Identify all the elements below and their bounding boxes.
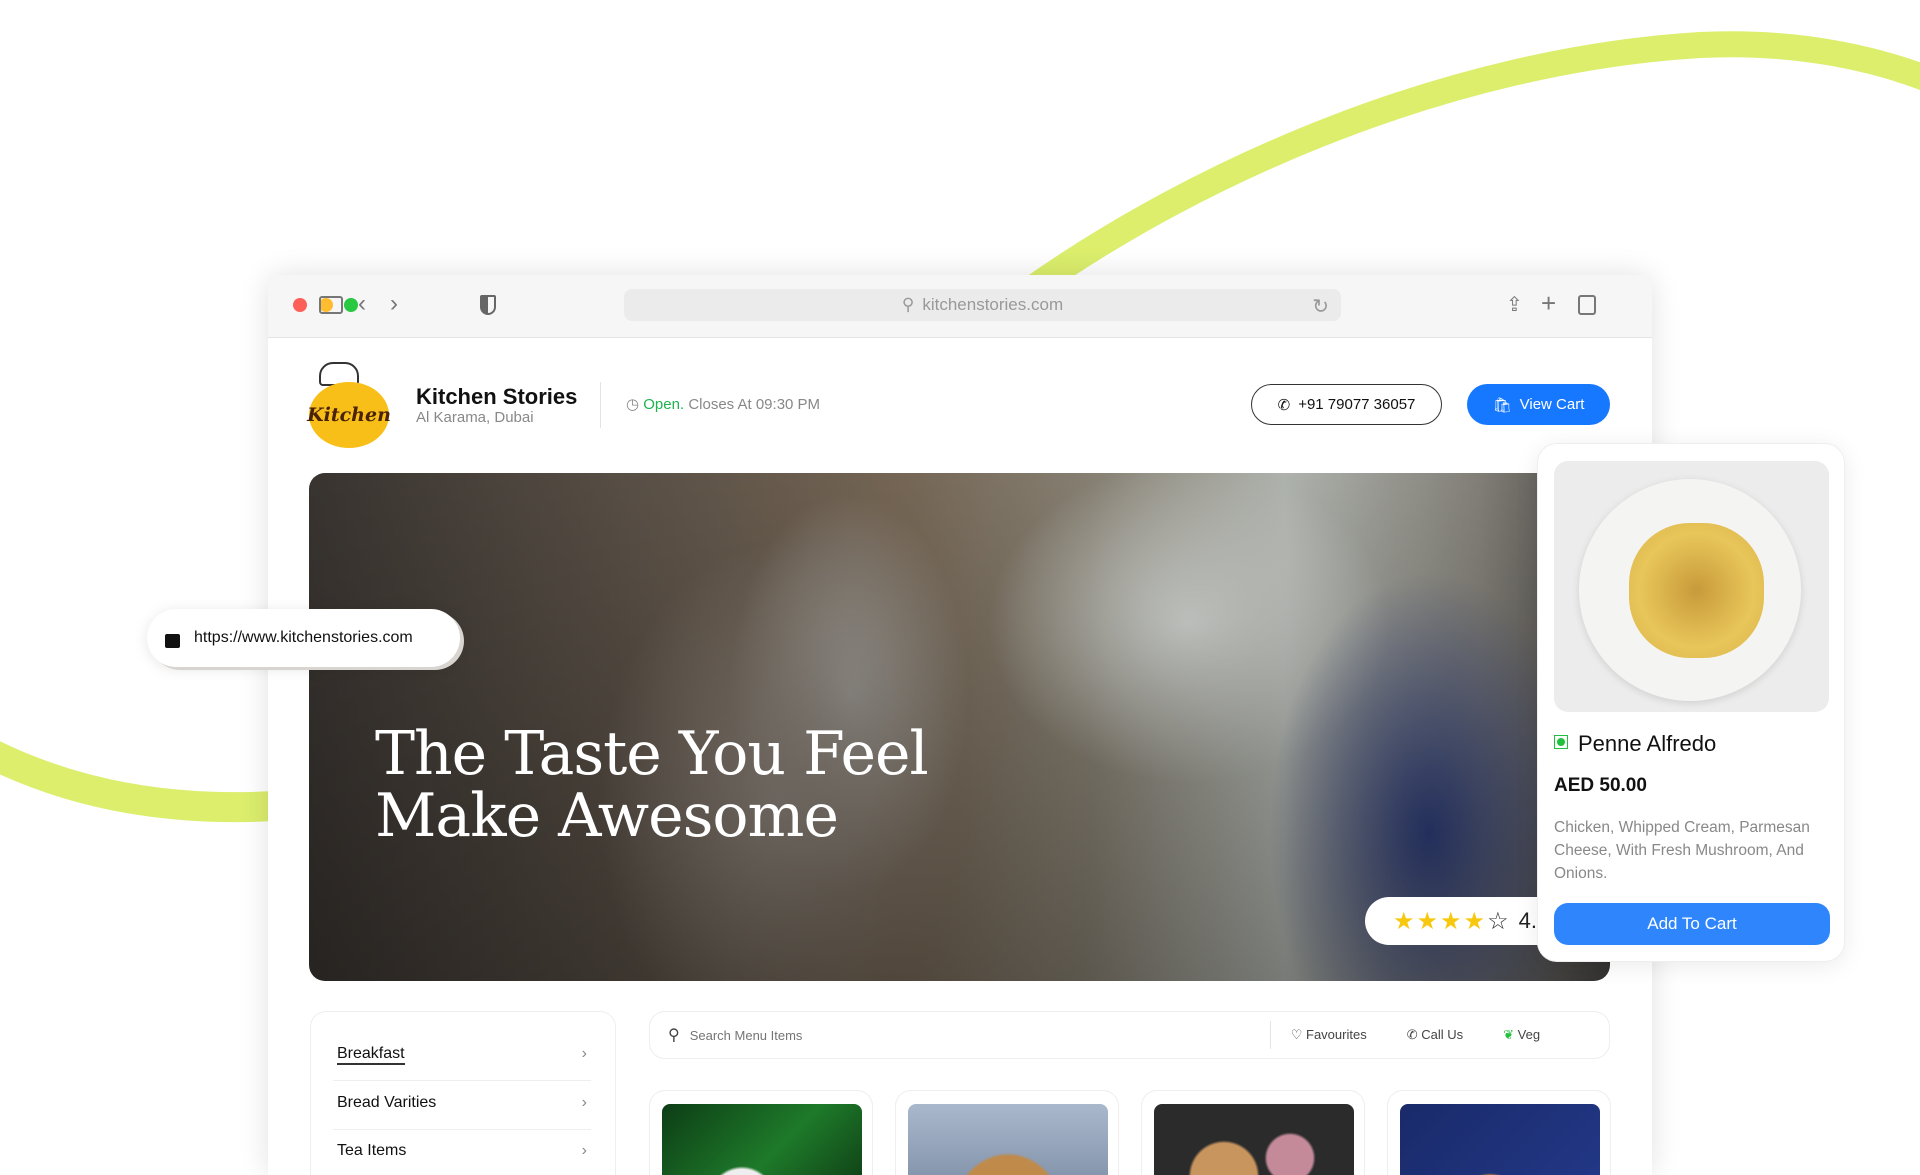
category-bread-varities[interactable]: Bread Varities ›	[337, 1094, 587, 1112]
new-tab-icon[interactable]: +	[1541, 290, 1556, 316]
sidebar-toggle-icon[interactable]	[319, 296, 343, 314]
product-price: AED 50.00	[1554, 775, 1647, 796]
restaurant-location: Al Karama, Dubai	[416, 409, 534, 426]
category-tea-items[interactable]: Tea Items ›	[337, 1142, 587, 1160]
menu-item-card[interactable]	[1387, 1090, 1611, 1175]
menu-item-card[interactable]	[1141, 1090, 1365, 1175]
food-image	[662, 1104, 862, 1175]
open-label: Open.	[643, 396, 685, 413]
menu-item-card[interactable]	[895, 1090, 1119, 1175]
divider	[333, 1080, 591, 1081]
phone-button[interactable]: ✆ +91 79077 36057	[1251, 384, 1442, 425]
browser-window: ‹ › ⚲ kitchenstories.com ↻ ⇪ + Kitchen K…	[268, 275, 1652, 1175]
phone-icon: ✆	[1277, 396, 1291, 414]
view-cart-label: View Cart	[1519, 396, 1585, 413]
logo-text: Kitchen	[307, 382, 391, 448]
food-image	[1154, 1104, 1354, 1175]
menu-search-bar: ⚲ ♡ Favourites ✆ Call Us ❦ Veg	[649, 1011, 1610, 1059]
chevron-right-icon: ›	[581, 1142, 587, 1159]
star-filled-icon: ★	[1440, 907, 1462, 935]
address-bar[interactable]: ⚲ kitchenstories.com ↻	[624, 289, 1341, 321]
back-icon[interactable]: ‹	[358, 292, 366, 316]
pasta	[1629, 523, 1764, 658]
category-label: Bread Varities	[337, 1094, 437, 1111]
product-card: Penne Alfredo AED 50.00 Chicken, Whipped…	[1537, 443, 1845, 962]
product-image	[1554, 461, 1829, 712]
food-image	[908, 1104, 1108, 1175]
add-to-cart-button[interactable]: Add To Cart	[1554, 903, 1830, 945]
veg-indicator-icon	[1554, 735, 1568, 749]
close-window-button[interactable]	[293, 298, 307, 312]
rating-value: 4.	[1518, 908, 1537, 933]
product-name: Penne Alfredo	[1578, 731, 1717, 756]
forward-icon[interactable]: ›	[390, 292, 398, 316]
closing-time: Closes At 09:30 PM	[688, 396, 821, 413]
category-sidebar: Breakfast › Bread Varities › Tea Items ›	[310, 1011, 616, 1175]
restaurant-logo[interactable]: Kitchen	[307, 362, 391, 448]
divider	[333, 1129, 591, 1130]
menu-item-card[interactable]	[649, 1090, 873, 1175]
headline-line-1: The Taste You Feel	[375, 719, 929, 789]
favourites-label: Favourites	[1306, 1027, 1367, 1042]
share-icon[interactable]: ⇪	[1506, 295, 1523, 315]
category-label: Breakfast	[337, 1045, 405, 1065]
star-filled-icon: ★	[1393, 907, 1415, 935]
star-filled-icon: ★	[1416, 907, 1439, 935]
star-filled-icon: ★	[1463, 907, 1486, 935]
category-label: Tea Items	[337, 1142, 407, 1159]
favourites-button[interactable]: ♡ Favourites	[1291, 1027, 1367, 1043]
chevron-right-icon: ›	[581, 1094, 587, 1111]
address-text: kitchenstories.com	[922, 295, 1064, 314]
tabs-overview-icon[interactable]	[1578, 295, 1596, 315]
url-text: https://www.kitchenstories.com	[194, 629, 413, 646]
search-input[interactable]	[689, 1027, 1270, 1043]
search-icon: ⚲	[668, 1027, 680, 1044]
headline-line-2: Make Awesome	[375, 781, 839, 851]
star-empty-icon: ☆	[1487, 907, 1509, 935]
lock-icon	[165, 634, 180, 648]
divider	[1269, 1021, 1271, 1049]
veg-filter-button[interactable]: ❦ Veg	[1503, 1027, 1540, 1043]
view-cart-button[interactable]: 🛍 View Cart	[1467, 384, 1610, 425]
call-us-label: Call Us	[1421, 1027, 1464, 1042]
maximize-window-button[interactable]	[344, 298, 358, 312]
phone-icon: ✆	[1406, 1027, 1418, 1042]
hero-headline: The Taste You Feel Make Awesome	[375, 719, 929, 851]
chevron-right-icon: ›	[581, 1045, 587, 1062]
reload-icon[interactable]: ↻	[1312, 294, 1329, 319]
opening-status: ◷ Open. Closes At 09:30 PM	[626, 395, 820, 413]
call-us-button[interactable]: ✆ Call Us	[1407, 1027, 1463, 1043]
search-icon: ⚲	[901, 295, 915, 314]
leaf-icon: ❦	[1503, 1027, 1515, 1042]
product-description: Chicken, Whipped Cream, Parmesan Cheese,…	[1554, 819, 1810, 882]
veg-label: Veg	[1517, 1027, 1541, 1042]
browser-toolbar: ‹ › ⚲ kitchenstories.com ↻ ⇪ +	[268, 275, 1652, 338]
food-image	[1400, 1104, 1600, 1175]
phone-number: +91 79077 36057	[1298, 396, 1416, 413]
category-breakfast[interactable]: Breakfast ›	[337, 1045, 587, 1065]
heart-icon: ♡	[1290, 1027, 1303, 1042]
url-pill[interactable]: https://www.kitchenstories.com	[147, 609, 460, 667]
clock-icon: ◷	[626, 396, 640, 413]
divider	[600, 382, 601, 428]
shield-icon[interactable]	[480, 295, 496, 315]
restaurant-name: Kitchen Stories	[416, 384, 578, 409]
cart-icon: 🛍	[1492, 396, 1512, 414]
